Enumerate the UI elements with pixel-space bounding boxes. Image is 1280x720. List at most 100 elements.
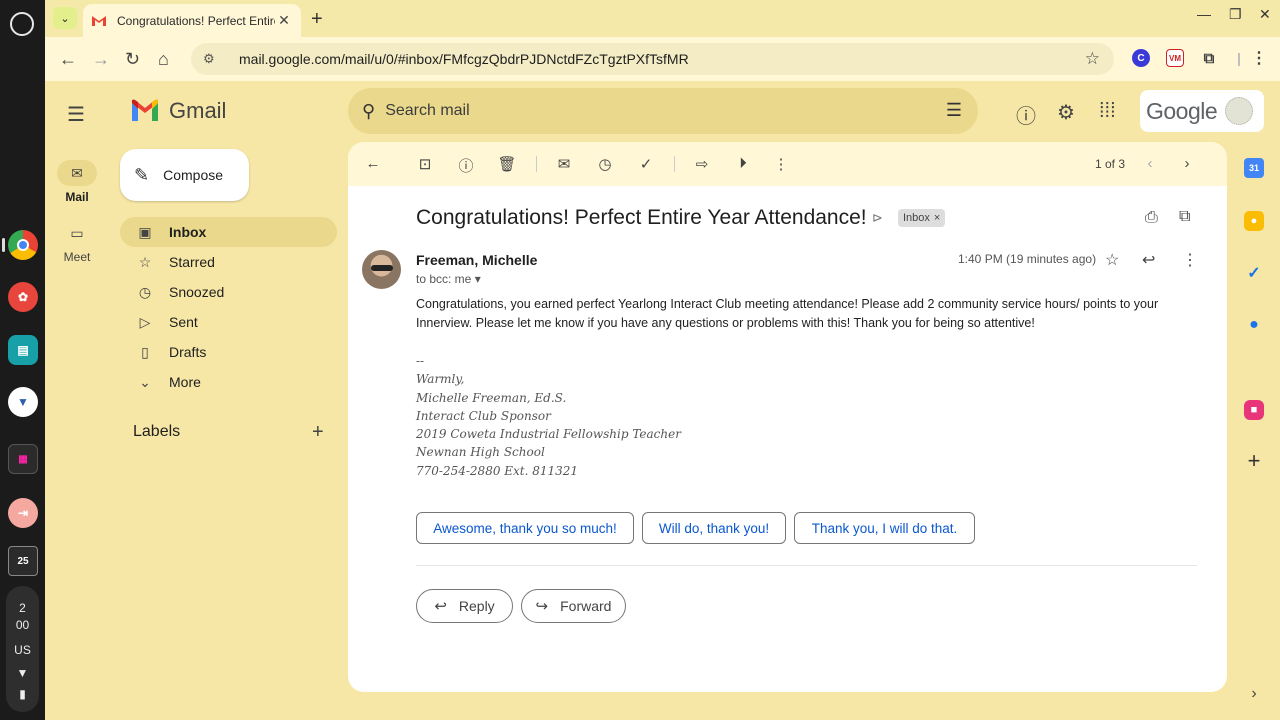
pencil-icon: ✎ bbox=[134, 164, 150, 185]
apps-grid-icon[interactable]: ⁞⁞⁞ bbox=[1099, 100, 1116, 123]
google-account-area[interactable]: Google bbox=[1140, 90, 1264, 132]
extensions-puzzle-icon[interactable]: ⧉ bbox=[1200, 49, 1218, 67]
back-to-inbox-icon[interactable]: ← bbox=[363, 155, 383, 172]
importance-marker-icon[interactable]: ⊳ bbox=[872, 210, 883, 226]
smart-reply-button[interactable]: Will do, thank you! bbox=[642, 512, 786, 544]
search-icon[interactable]: ⚲ bbox=[362, 101, 375, 122]
divider bbox=[416, 565, 1197, 566]
search-input[interactable]: Search mail bbox=[385, 102, 469, 120]
new-tab-button[interactable]: + bbox=[311, 8, 323, 31]
status-tray[interactable]: 2 00 US ▼ ▮ bbox=[6, 586, 39, 712]
divider: | bbox=[1237, 50, 1241, 66]
browser-menu-icon[interactable]: ⋮ bbox=[1250, 49, 1268, 67]
gmail-logo[interactable]: Gmail bbox=[130, 98, 226, 124]
clock-minute: 00 bbox=[15, 618, 30, 632]
show-side-panel-icon[interactable]: › bbox=[1244, 684, 1264, 704]
get-addons-icon[interactable]: + bbox=[1244, 448, 1264, 473]
main-menu-icon[interactable]: ☰ bbox=[67, 102, 85, 127]
signature-dashes: -- bbox=[416, 354, 425, 368]
home-icon[interactable]: ⌂ bbox=[158, 49, 169, 70]
address-bar[interactable]: ⚙ mail.google.com/mail/u/0/#inbox/FMfcgz… bbox=[191, 43, 1114, 75]
nav-item-inbox[interactable]: ▣ Inbox bbox=[120, 217, 337, 247]
battery-icon: ▮ bbox=[19, 687, 26, 701]
paint-app-icon[interactable]: ✿ bbox=[8, 282, 38, 312]
keep-side-icon[interactable]: ● bbox=[1244, 211, 1264, 231]
snooze-icon[interactable]: ◷ bbox=[595, 155, 615, 173]
open-new-window-icon[interactable]: ⧉ bbox=[1179, 208, 1190, 226]
nav-item-drafts[interactable]: ▯ Drafts bbox=[120, 337, 337, 367]
compose-button[interactable]: ✎ Compose bbox=[120, 149, 249, 201]
nav-item-starred[interactable]: ☆ Starred bbox=[120, 247, 337, 277]
rail-meet-label: Meet bbox=[63, 250, 91, 264]
report-spam-icon[interactable]: ⓘ bbox=[456, 155, 476, 176]
close-tab-icon[interactable]: ✕ bbox=[275, 12, 293, 29]
locale-label: US bbox=[14, 643, 31, 657]
message-more-icon[interactable]: ⋮ bbox=[1182, 250, 1198, 270]
tasks-side-icon[interactable]: ✓ bbox=[1244, 263, 1264, 283]
remove-label-icon[interactable]: × bbox=[934, 212, 940, 224]
star-icon[interactable]: ☆ bbox=[1105, 250, 1119, 270]
addon-side-icon[interactable]: ■ bbox=[1244, 400, 1264, 420]
export-app-icon[interactable]: ⇥ bbox=[8, 498, 38, 528]
contacts-side-icon[interactable]: ● bbox=[1244, 315, 1264, 335]
label-icon[interactable]: ⏵ bbox=[733, 155, 753, 172]
recipient-line[interactable]: to bcc: me ▾ bbox=[416, 272, 481, 286]
nav-item-sent[interactable]: ▷ Sent bbox=[120, 307, 337, 337]
more-options-icon[interactable]: ⋮ bbox=[771, 155, 791, 173]
pagination-count: 1 of 3 bbox=[1095, 157, 1126, 171]
reload-icon[interactable]: ↻ bbox=[125, 49, 140, 70]
chrome-app-icon[interactable] bbox=[8, 230, 38, 260]
search-options-icon[interactable]: ☰ bbox=[946, 100, 962, 121]
extension-c-icon[interactable]: C bbox=[1132, 49, 1150, 67]
browser-tab[interactable]: Congratulations! Perfect Entire ✕ bbox=[83, 4, 301, 37]
close-window-icon[interactable]: ✕ bbox=[1259, 6, 1271, 23]
shield-app-icon[interactable]: ▼ bbox=[8, 387, 38, 417]
pdf-app-icon[interactable]: ▦ bbox=[8, 444, 38, 474]
extension-vm-icon[interactable]: VM bbox=[1166, 49, 1184, 67]
wifi-icon: ▼ bbox=[16, 666, 29, 680]
tab-strip: ⌄ Congratulations! Perfect Entire ✕ + — … bbox=[45, 0, 1280, 37]
print-icon[interactable]: ⎙ bbox=[1145, 209, 1158, 227]
toolbar-divider bbox=[536, 156, 537, 172]
body-line: Innerview. Please let me know if you hav… bbox=[416, 316, 1035, 330]
site-info-icon[interactable]: ⚙ bbox=[203, 51, 225, 67]
rail-meet[interactable]: ▭ Meet bbox=[56, 220, 98, 265]
reply-button[interactable]: ↩ Reply bbox=[416, 589, 513, 623]
signature: -- Warmly, Michelle Freeman, Ed.S. Inter… bbox=[416, 352, 681, 480]
os-shelf: ✿ ▤ ▼ ▦ ⇥ 25 2 00 US ▼ ▮ bbox=[0, 0, 45, 720]
move-to-icon[interactable]: ⇨ bbox=[692, 155, 712, 173]
search-bar[interactable]: ⚲ Search mail ☰ bbox=[348, 88, 978, 134]
delete-icon[interactable]: 🗑 bbox=[497, 155, 517, 173]
older-icon[interactable]: › bbox=[1177, 155, 1197, 172]
calendar-side-icon[interactable]: 31 bbox=[1244, 158, 1264, 178]
back-icon[interactable]: ← bbox=[59, 49, 77, 70]
help-icon[interactable]: ⓘ bbox=[1016, 100, 1036, 129]
newer-icon[interactable]: ‹ bbox=[1140, 155, 1160, 172]
reader-app-icon[interactable]: ▤ bbox=[8, 335, 38, 365]
tab-search-button[interactable]: ⌄ bbox=[53, 7, 77, 29]
forward-button[interactable]: ↪ Forward bbox=[521, 589, 626, 623]
account-avatar[interactable] bbox=[1225, 97, 1254, 125]
reply-icon[interactable]: ↩ bbox=[1142, 250, 1155, 270]
smart-reply-button[interactable]: Thank you, I will do that. bbox=[794, 512, 975, 544]
nav-label: Snoozed bbox=[169, 284, 225, 300]
restore-icon[interactable]: ❐ bbox=[1229, 6, 1242, 23]
mark-unread-icon[interactable]: ✉ bbox=[554, 155, 574, 173]
minimize-icon[interactable]: — bbox=[1197, 6, 1211, 22]
smart-reply-button[interactable]: Awesome, thank you so much! bbox=[416, 512, 634, 544]
add-label-icon[interactable]: + bbox=[312, 421, 324, 444]
bookmark-star-icon[interactable]: ☆ bbox=[1085, 49, 1100, 69]
add-task-icon[interactable]: ✓ bbox=[636, 155, 656, 173]
calendar-app-icon[interactable]: 25 bbox=[8, 546, 38, 576]
nav-item-more[interactable]: ⌄ More bbox=[120, 367, 337, 397]
chevron-down-icon[interactable]: ▾ bbox=[475, 272, 481, 286]
sender-avatar[interactable] bbox=[362, 250, 401, 289]
settings-gear-icon[interactable]: ⚙ bbox=[1057, 100, 1075, 125]
forward-icon[interactable]: → bbox=[92, 49, 110, 70]
nav-label: Drafts bbox=[169, 344, 207, 360]
rail-mail[interactable]: ✉ Mail bbox=[56, 160, 98, 204]
nav-item-snoozed[interactable]: ◷ Snoozed bbox=[120, 277, 337, 307]
launcher-icon[interactable] bbox=[10, 12, 34, 36]
archive-icon[interactable]: ⊡ bbox=[415, 155, 435, 173]
sender-name[interactable]: Freeman, Michelle bbox=[416, 252, 537, 268]
